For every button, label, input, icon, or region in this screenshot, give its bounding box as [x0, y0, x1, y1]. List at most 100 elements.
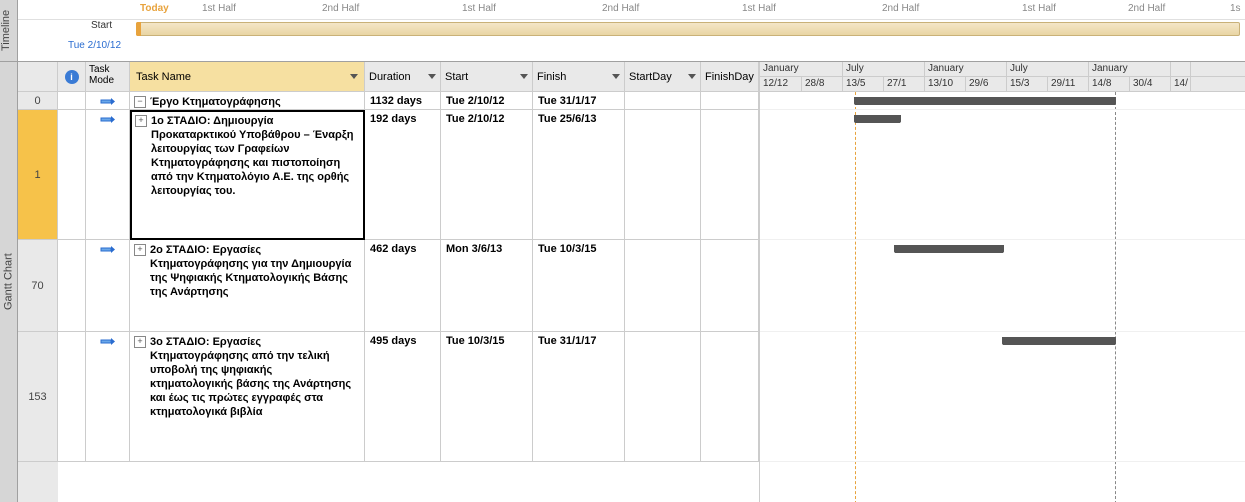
- timeline-start-label: Start: [91, 20, 112, 31]
- summary-task-bar[interactable]: [1003, 337, 1115, 345]
- duration-cell[interactable]: 462 days: [365, 240, 441, 332]
- startday-cell[interactable]: [625, 240, 701, 332]
- timeline-tick: 2nd Half: [322, 3, 359, 14]
- gantt-row: [760, 92, 1245, 110]
- duration-header[interactable]: Duration: [365, 62, 441, 92]
- row-number[interactable]: 70: [18, 240, 58, 332]
- start-cell[interactable]: Tue 2/10/12: [441, 92, 533, 110]
- timeline-tick: 2nd Half: [602, 3, 639, 14]
- timeline-tick: 1st Half: [742, 3, 776, 14]
- task-grid: 0170153 i Task Mode Task Name −Έργο Κτημ…: [18, 62, 760, 502]
- task-name-cell[interactable]: +1ο ΣΤΑΔΙΟ: Δημιουργία Προκαταρκτικού Υπ…: [130, 110, 365, 240]
- outline-toggle-icon[interactable]: +: [135, 115, 147, 127]
- info-column: i: [58, 62, 86, 502]
- task-name-cell[interactable]: +3ο ΣΤΑΔΙΟ: Εργασίες Κτηματογράφησης από…: [130, 332, 365, 462]
- startday-header-label: StartDay: [629, 71, 672, 83]
- outline-toggle-icon[interactable]: +: [134, 244, 146, 256]
- start-column: Start Tue 2/10/12Tue 2/10/12Mon 3/6/13Tu…: [441, 62, 533, 502]
- timeline-tick: Today: [140, 3, 169, 14]
- chevron-down-icon[interactable]: [350, 74, 358, 79]
- timescale-minor: 12/12: [760, 77, 802, 91]
- finishday-header[interactable]: FinishDay: [701, 62, 759, 92]
- chevron-down-icon[interactable]: [688, 74, 696, 79]
- gantt-row: [760, 110, 1245, 240]
- chevron-down-icon[interactable]: [612, 74, 620, 79]
- info-cell: [58, 240, 86, 332]
- timescale-minor: 27/1: [884, 77, 925, 91]
- duration-cell[interactable]: 192 days: [365, 110, 441, 240]
- finish-column: Finish Tue 31/1/17Tue 25/6/13Tue 10/3/15…: [533, 62, 625, 502]
- gantt-chart-area[interactable]: JanuaryJulyJanuaryJulyJanuary 12/1228/81…: [760, 62, 1245, 502]
- start-cell[interactable]: Tue 10/3/15: [441, 332, 533, 462]
- finishday-cell[interactable]: [701, 92, 759, 110]
- finishday-cell[interactable]: [701, 110, 759, 240]
- task-name-cell[interactable]: +2ο ΣΤΑΔΙΟ: Εργασίες Κτηματογράφησης για…: [130, 240, 365, 332]
- timeline-start-date: Tue 2/10/12: [68, 40, 121, 51]
- summary-task-bar[interactable]: [895, 245, 1003, 253]
- duration-cell[interactable]: 495 days: [365, 332, 441, 462]
- startday-cell[interactable]: [625, 110, 701, 240]
- finish-cell[interactable]: Tue 25/6/13: [533, 110, 625, 240]
- task-name-text: 1ο ΣΤΑΔΙΟ: Δημιουργία Προκαταρκτικού Υπο…: [151, 114, 358, 198]
- timescale-minor: 13/5: [843, 77, 884, 91]
- chevron-down-icon[interactable]: [520, 74, 528, 79]
- row-number[interactable]: 153: [18, 332, 58, 462]
- task-name-cell[interactable]: −Έργο Κτηματογράφησης: [130, 92, 365, 110]
- timeline-tick: 1s: [1230, 3, 1241, 14]
- timeline-tick: 1st Half: [1022, 3, 1056, 14]
- timescale-minor: 15/3: [1007, 77, 1048, 91]
- gantt-timescale: JanuaryJulyJanuaryJulyJanuary 12/1228/81…: [760, 62, 1245, 92]
- pane-labels: Timeline Gantt Chart: [0, 0, 18, 502]
- info-cell: [58, 110, 86, 240]
- timeline-pane: Today1st Half2nd Half1st Half2nd Half1st…: [18, 0, 1245, 62]
- finish-cell[interactable]: Tue 31/1/17: [533, 92, 625, 110]
- finish-cell[interactable]: Tue 31/1/17: [533, 332, 625, 462]
- task-mode-header[interactable]: Task Mode: [86, 62, 130, 92]
- timeline-pane-label[interactable]: Timeline: [0, 0, 17, 62]
- summary-task-bar[interactable]: [855, 97, 1115, 105]
- finishday-cell[interactable]: [701, 332, 759, 462]
- row-number[interactable]: 1: [18, 110, 58, 240]
- gantt-row: [760, 240, 1245, 332]
- start-header[interactable]: Start: [441, 62, 533, 92]
- timescale-minor: 29/6: [966, 77, 1007, 91]
- startday-header[interactable]: StartDay: [625, 62, 701, 92]
- auto-schedule-icon: [100, 336, 116, 351]
- timescale-minor: 14/: [1171, 77, 1191, 91]
- finishday-column: FinishDay: [701, 62, 759, 502]
- task-mode-cell[interactable]: [86, 332, 130, 462]
- duration-cell[interactable]: 1132 days: [365, 92, 441, 110]
- timeline-summary-bar[interactable]: [136, 22, 1240, 36]
- start-cell[interactable]: Mon 3/6/13: [441, 240, 533, 332]
- startday-cell[interactable]: [625, 332, 701, 462]
- timescale-minor: 29/11: [1048, 77, 1089, 91]
- gantt-pane-label[interactable]: Gantt Chart: [0, 62, 17, 502]
- info-cell: [58, 332, 86, 462]
- chevron-down-icon[interactable]: [428, 74, 436, 79]
- task-mode-cell[interactable]: [86, 110, 130, 240]
- row-number-column: 0170153: [18, 62, 58, 502]
- task-name-text: 2ο ΣΤΑΔΙΟ: Εργασίες Κτηματογράφησης για …: [150, 243, 358, 299]
- timescale-major: July: [1007, 62, 1089, 76]
- duration-column: Duration 1132 days192 days462 days495 da…: [365, 62, 441, 502]
- finishday-cell[interactable]: [701, 240, 759, 332]
- task-mode-column: Task Mode: [86, 62, 130, 502]
- row-number[interactable]: 0: [18, 92, 58, 110]
- finish-cell[interactable]: Tue 10/3/15: [533, 240, 625, 332]
- task-mode-cell[interactable]: [86, 240, 130, 332]
- start-cell[interactable]: Tue 2/10/12: [441, 110, 533, 240]
- timescale-major: January: [925, 62, 1007, 76]
- summary-task-bar[interactable]: [855, 115, 900, 123]
- outline-toggle-icon[interactable]: −: [134, 96, 146, 108]
- timescale-minor: 14/8: [1089, 77, 1130, 91]
- outline-toggle-icon[interactable]: +: [134, 336, 146, 348]
- finish-header[interactable]: Finish: [533, 62, 625, 92]
- timescale-minor: 30/4: [1130, 77, 1171, 91]
- task-name-header-label: Task Name: [136, 71, 191, 83]
- start-header-label: Start: [445, 71, 468, 83]
- timescale-major: [1171, 62, 1191, 76]
- startday-cell[interactable]: [625, 92, 701, 110]
- task-mode-cell[interactable]: [86, 92, 130, 110]
- task-name-column: Task Name −Έργο Κτηματογράφησης+1ο ΣΤΑΔΙ…: [130, 62, 365, 502]
- task-name-header[interactable]: Task Name: [130, 62, 365, 92]
